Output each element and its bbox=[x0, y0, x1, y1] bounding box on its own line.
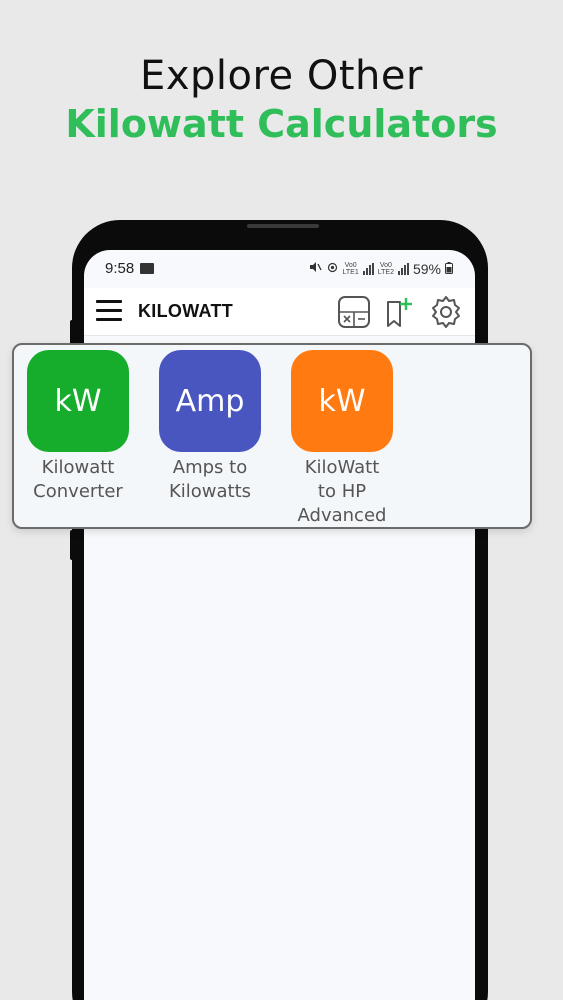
tile-label: Amps to Kilowatts bbox=[168, 457, 252, 502]
status-bar: 9:58 Vo0 LTE1 Vo0 LTE2 59% bbox=[84, 250, 475, 288]
kilowatt-icon: kW bbox=[291, 350, 393, 452]
calculator-tile-kilowatt-converter[interactable]: kW Kilowatt Converter bbox=[18, 350, 138, 504]
bookmark-add-icon[interactable] bbox=[382, 294, 418, 330]
battery-percent: 59% bbox=[412, 260, 441, 277]
calculator-tile-kilowatt-to-hp[interactable]: kW KiloWatt to HP Advanced bbox=[282, 350, 402, 528]
headline-line1: Explore Other bbox=[140, 53, 423, 99]
app-title: KILOWATT bbox=[138, 301, 234, 321]
gear-icon[interactable] bbox=[428, 294, 464, 330]
kilowatt-icon: kW bbox=[27, 350, 129, 452]
hotspot-icon bbox=[326, 261, 339, 277]
headline: Explore Other Kilowatt Calculators bbox=[0, 52, 563, 148]
amp-icon: Amp bbox=[159, 350, 261, 452]
status-time: 9:58 bbox=[105, 260, 135, 277]
mute-icon bbox=[308, 260, 322, 277]
battery-icon bbox=[445, 261, 453, 277]
sim2-label: Vo0 LTE2 bbox=[377, 261, 394, 276]
phone-side-button bbox=[70, 530, 74, 560]
notification-icon bbox=[140, 263, 154, 274]
menu-icon[interactable] bbox=[96, 300, 122, 322]
status-right: Vo0 LTE1 Vo0 LTE2 59% bbox=[308, 260, 453, 277]
signal2-icon bbox=[397, 262, 409, 275]
phone-speaker bbox=[247, 224, 319, 228]
app-bar: KILOWATT bbox=[84, 288, 475, 336]
calculators-card: kW Kilowatt Converter Amp Amps to Kilowa… bbox=[12, 343, 532, 529]
tile-label: KiloWatt to HP Advanced bbox=[297, 457, 387, 526]
calculator-icon[interactable] bbox=[336, 294, 372, 330]
sim1-label: Vo0 LTE1 bbox=[342, 261, 359, 276]
calculator-tile-amps-to-kilowatts[interactable]: Amp Amps to Kilowatts bbox=[150, 350, 270, 504]
tile-label: Kilowatt Converter bbox=[33, 457, 123, 502]
signal1-icon bbox=[362, 262, 374, 275]
headline-line2: Kilowatt Calculators bbox=[65, 102, 498, 146]
